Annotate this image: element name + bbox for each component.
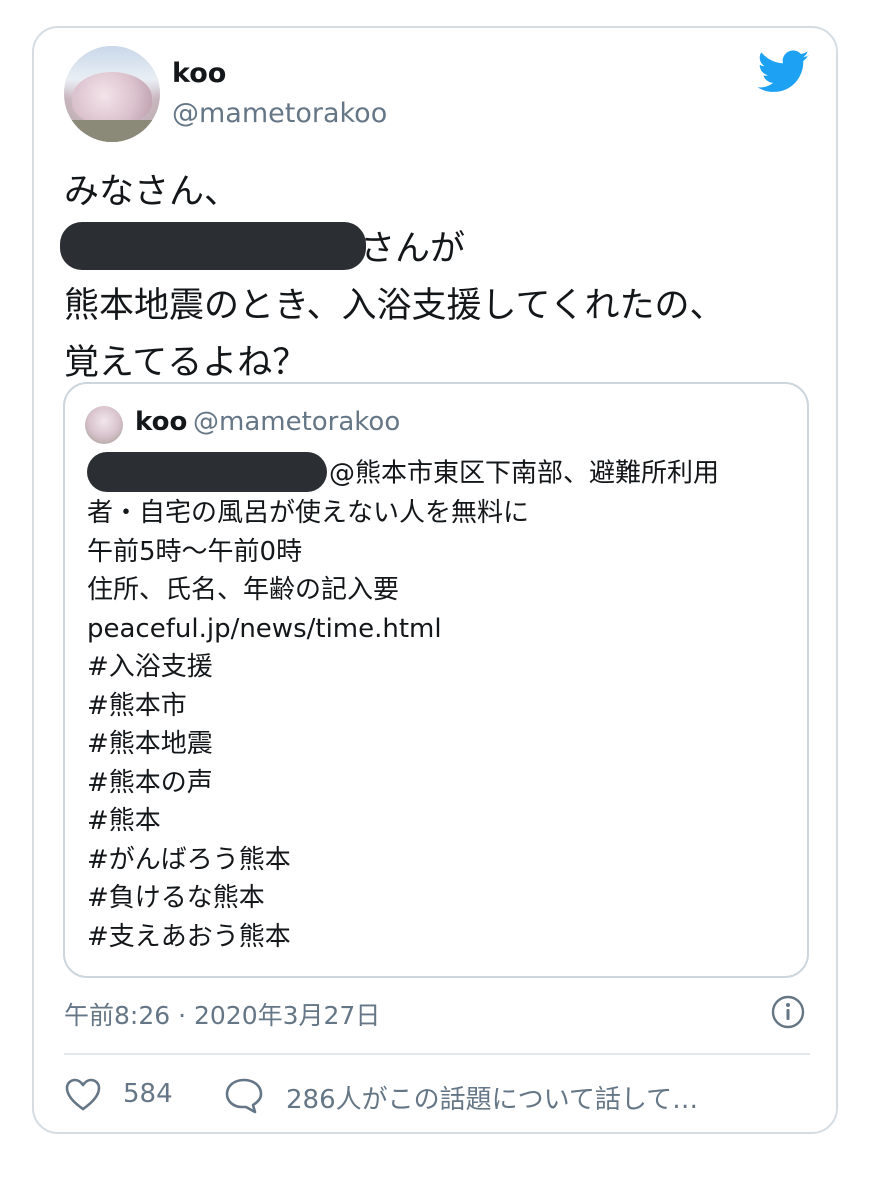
avatar[interactable] <box>64 46 160 142</box>
tweet-timestamp[interactable]: 午前8:26 · 2020年3月27日 <box>64 996 380 1032</box>
twitter-bird-icon[interactable] <box>758 50 810 94</box>
quoted-avatar[interactable] <box>85 406 123 444</box>
quoted-author-name: koo <box>135 407 188 437</box>
divider <box>64 1053 810 1055</box>
hashtag[interactable]: #熊本地震 <box>87 725 797 764</box>
quoted-line-text: @熊本市東区下南部、避難所利用 <box>329 458 720 489</box>
quoted-line: @熊本市東区下南部、避難所利用 <box>87 452 797 494</box>
redaction-bar <box>87 452 327 492</box>
hashtag[interactable]: #入浴支援 <box>87 648 797 687</box>
author-name[interactable]: koo <box>172 58 226 89</box>
heart-icon[interactable] <box>64 1076 102 1114</box>
hashtag[interactable]: #がんばろう熊本 <box>87 841 797 880</box>
hashtag[interactable]: #熊本 <box>87 802 797 841</box>
tweet-line-2-text: さんが <box>360 229 466 269</box>
hashtag[interactable]: #支えあおう熊本 <box>87 918 797 957</box>
hashtag[interactable]: #熊本市 <box>87 687 797 726</box>
tweet-line-2: さんが <box>60 221 804 278</box>
quoted-line: 者・自宅の風呂が使えない人を無料に <box>87 498 530 528</box>
conversation-link[interactable]: 286人がこの話題について話して… <box>286 1079 698 1116</box>
hashtag[interactable]: #負けるな熊本 <box>87 879 797 918</box>
redaction-bar <box>60 222 366 270</box>
speech-bubble-icon[interactable] <box>224 1076 264 1114</box>
quoted-link[interactable]: peaceful.jp/news/time.html <box>87 610 797 649</box>
tweet-line-3: 熊本地震のとき、入浴支援してくれたの、 <box>64 286 725 326</box>
quoted-author-handle: @mametorakoo <box>193 407 401 437</box>
tweet-line-1: みなさん、 <box>64 172 240 212</box>
author-handle[interactable]: @mametorakoo <box>172 98 387 129</box>
info-icon[interactable] <box>771 995 805 1029</box>
quoted-tweet-text: @熊本市東区下南部、避難所利用 者・自宅の風呂が使えない人を無料に 午前5時〜午… <box>87 452 797 957</box>
quoted-tweet[interactable]: koo @mametorakoo @熊本市東区下南部、避難所利用 者・自宅の風呂… <box>63 382 809 978</box>
tweet-text: みなさん、 さんが 熊本地震のとき、入浴支援してくれたの、 覚えてるよね？ <box>60 164 804 392</box>
like-count[interactable]: 584 <box>123 1079 173 1109</box>
hashtag[interactable]: #熊本の声 <box>87 764 797 803</box>
quoted-line: 午前5時〜午前0時 <box>87 536 303 567</box>
quoted-line: 住所、氏名、年齢の記入要 <box>87 575 400 605</box>
